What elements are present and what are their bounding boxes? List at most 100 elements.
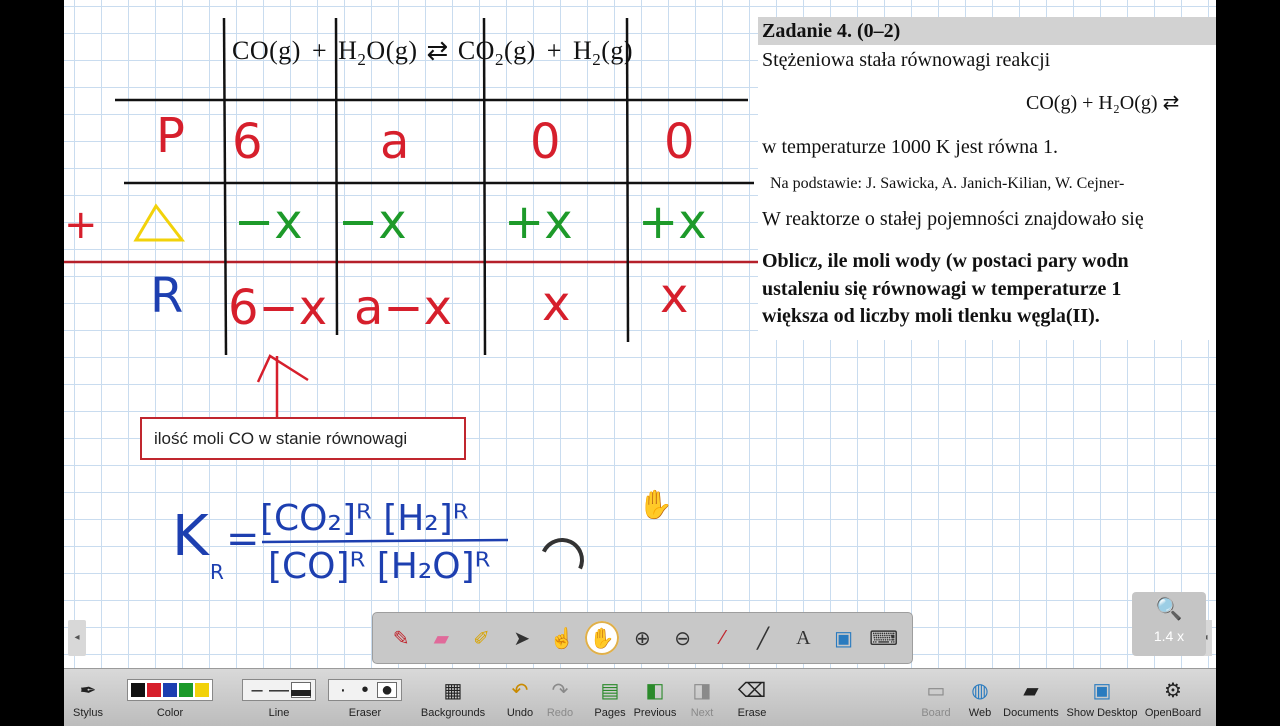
right-black-margin — [1216, 0, 1280, 726]
text-icon[interactable]: A — [786, 621, 820, 655]
line-width-options: – — ▬ — [242, 679, 316, 701]
web-globe-icon: ◍ — [971, 679, 989, 702]
stylus-icon: ✒ — [79, 679, 97, 702]
swatch-blue[interactable] — [163, 683, 177, 697]
hand-icon[interactable]: ✋ — [585, 621, 620, 655]
board-icon: ▭ — [926, 679, 946, 702]
cell-p-h2o: a — [380, 114, 410, 170]
line-thin[interactable]: – — [247, 679, 267, 701]
board-button[interactable]: ▭ Board — [916, 673, 956, 720]
previous-button[interactable]: ◧ Previous — [632, 673, 678, 720]
bottom-toolbar: ✒ Stylus Color – — ▬ Line · • ● Eraser ▦… — [64, 668, 1216, 726]
doc-bold-2: ustaleniu się równowagi w temperaturze 1 — [762, 278, 1122, 300]
plus-mark: + — [64, 202, 98, 248]
eq-co2-sub: 2 — [494, 50, 504, 70]
documents-folder-icon: ▰ — [1023, 679, 1039, 702]
line-icon[interactable]: ╱ — [746, 621, 780, 655]
header-equation: CO(g) + H2O(g) ⇄ CO2(g) + H2(g) — [232, 36, 633, 70]
doc-line-3: W reaktorze o stałej pojemności znajdowa… — [762, 208, 1144, 230]
eq-g2: (g) — [385, 36, 418, 65]
openboard-menu-button[interactable]: ⚙ OpenBoard — [1142, 673, 1204, 720]
pages-label: Pages — [594, 707, 626, 719]
stylus-button[interactable]: ✒ Stylus — [68, 673, 108, 720]
zoom-magnifier-icon: 🔍 — [1155, 596, 1183, 621]
swatch-yellow[interactable] — [195, 683, 209, 697]
eraser-label: Eraser — [348, 707, 382, 719]
cell-p-co2: 0 — [530, 114, 561, 170]
laser-hand-icon[interactable]: ☝ — [545, 621, 579, 655]
swatch-black[interactable] — [131, 683, 145, 697]
desktop-monitor-icon: ▣ — [1092, 679, 1112, 702]
redo-label: Redo — [546, 707, 574, 719]
backgrounds-icon: ▦ — [443, 679, 463, 702]
doc-bold-3: większa od liczby moli tlenku węgla(II). — [762, 305, 1100, 327]
documents-button[interactable]: ▰ Documents — [1002, 673, 1060, 720]
next-label: Next — [690, 707, 714, 719]
eraser-large[interactable]: ● — [377, 679, 397, 701]
eq-plus-2: + — [546, 36, 562, 65]
gear-icon: ⚙ — [1164, 679, 1182, 702]
hand-cursor-icon: ✋ — [638, 489, 673, 520]
zoom-panel[interactable]: 🔍 1.4 x — [1132, 592, 1206, 656]
color-selector[interactable]: Color — [112, 673, 228, 719]
undo-icon: ↶ — [511, 679, 529, 702]
redo-button[interactable]: ↷ Redo — [540, 673, 580, 720]
eq-co: CO — [232, 36, 270, 65]
line-medium[interactable]: — — [269, 679, 289, 701]
highlighter-eraser-icon[interactable]: ▰ — [424, 621, 458, 655]
keyboard-icon[interactable]: ⌨ — [867, 621, 901, 655]
web-button[interactable]: ◍ Web — [960, 673, 1000, 720]
doc-source: Na podstawie: J. Sawicka, A. Janich-Kili… — [770, 175, 1125, 192]
next-button[interactable]: ◨ Next — [682, 673, 722, 720]
floating-toolbar: ✎ ▰ ✐ ➤ ☝ ✋ ⊕ ⊖ ⁄ ╱ A ▣ ⌨ — [372, 612, 913, 664]
previous-icon: ◧ — [645, 679, 665, 702]
erase-button[interactable]: ⌫ Erase — [732, 673, 772, 720]
capture-icon[interactable]: ▣ — [827, 621, 861, 655]
formula-denominator: [CO]ᴿ [H₂O]ᴿ — [268, 546, 491, 587]
show-desktop-button[interactable]: ▣ Show Desktop — [1066, 673, 1138, 720]
line-label: Line — [268, 707, 290, 719]
eraser-medium[interactable]: • — [355, 679, 375, 701]
left-panel-toggle[interactable]: ◂ — [68, 620, 86, 656]
whiteboard-canvas[interactable]: CO(g) + H2O(g) ⇄ CO2(g) + H2(g) P + R 6 … — [64, 0, 1216, 668]
color-label: Color — [156, 707, 184, 719]
callout-arrow-head — [256, 354, 309, 383]
eraser-size-options: · • ● — [328, 679, 402, 701]
backgrounds-label: Backgrounds — [420, 707, 486, 719]
eq-h2-sub: 2 — [592, 50, 602, 70]
cell-p-co: 6 — [232, 114, 263, 170]
formula-k: K — [172, 504, 209, 569]
pointer-icon[interactable]: ➤ — [505, 621, 539, 655]
eraser-size-selector[interactable]: · • ● Eraser — [328, 673, 402, 719]
undo-button[interactable]: ↶ Undo — [500, 673, 540, 720]
openboard-label: OpenBoard — [1144, 707, 1202, 719]
marker-icon[interactable]: ✐ — [465, 621, 499, 655]
doc-title: Zadanie 4. (0–2) — [758, 17, 1216, 45]
eq-arrow: ⇄ — [426, 36, 449, 65]
laser-pen-icon[interactable]: ⁄ — [706, 621, 740, 655]
backgrounds-button[interactable]: ▦ Backgrounds — [416, 673, 490, 720]
line-width-selector[interactable]: – — ▬ Line — [242, 673, 316, 719]
cell-p-h2: 0 — [664, 114, 695, 170]
fraction-bar — [261, 538, 509, 544]
previous-label: Previous — [633, 707, 677, 719]
eq-h2o-h: H — [338, 36, 358, 65]
pen-icon[interactable]: ✎ — [384, 621, 418, 655]
line-thick[interactable]: ▬ — [291, 679, 311, 701]
next-icon: ◨ — [692, 679, 712, 702]
zoom-in-icon[interactable]: ⊕ — [625, 621, 659, 655]
pages-button[interactable]: ▤ Pages — [590, 673, 630, 720]
erase-label: Erase — [737, 707, 767, 719]
cell-d-h2: +x — [638, 194, 707, 250]
zoom-level: 1.4 x — [1153, 628, 1185, 644]
cell-r-h2o: a−x — [354, 280, 453, 336]
web-label: Web — [968, 707, 992, 719]
swatch-green[interactable] — [179, 683, 193, 697]
zoom-out-icon[interactable]: ⊖ — [666, 621, 700, 655]
cell-r-co2: x — [542, 276, 571, 332]
eq-co2-co: CO — [457, 36, 495, 65]
swatch-red[interactable] — [147, 683, 161, 697]
table-vline-1 — [222, 17, 228, 356]
eraser-small[interactable]: · — [333, 679, 353, 701]
erase-icon: ⌫ — [737, 679, 767, 702]
